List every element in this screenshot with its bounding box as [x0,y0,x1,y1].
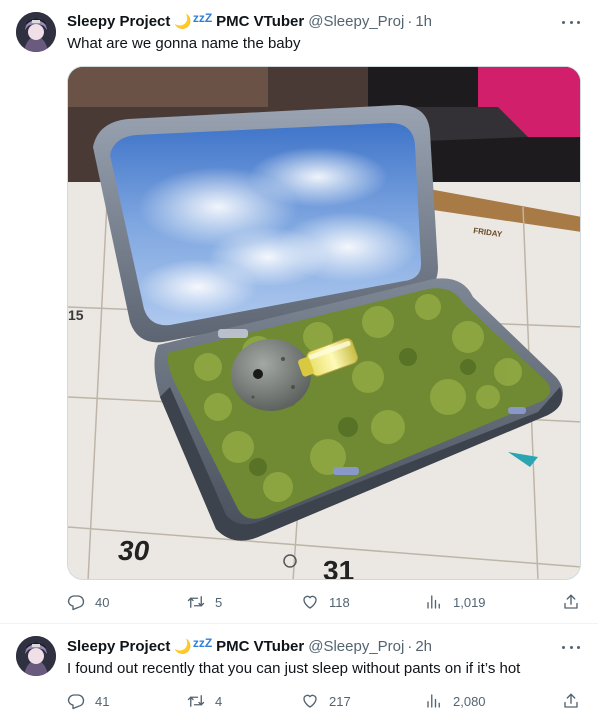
tweet-header: Sleepy Project 🌙 zzZ PMC VTuber @Sleepy_… [67,11,582,31]
zzz-emoji: zzZ [192,636,213,650]
reply-icon [67,595,85,611]
tweet-2[interactable]: Sleepy Project 🌙 zzZ PMC VTuber @Sleepy_… [0,624,598,719]
like-icon [303,694,317,708]
views-count: 1,019 [453,594,486,610]
retweet-button[interactable]: 5 [187,592,222,612]
tweet-actions: 41 4 217 2,080 [67,691,580,711]
author-name[interactable]: Sleepy Project [67,13,170,30]
tweet-text: I found out recently that you can just s… [67,660,521,677]
views-icon [427,694,440,708]
moon-emoji: 🌙 [174,637,192,654]
retweet-icon [187,596,205,608]
reply-count: 40 [95,594,110,610]
calendar-number-15: 15 [68,307,84,323]
timestamp[interactable]: 1h [415,13,432,30]
retweet-count: 5 [215,594,223,610]
like-count: 118 [329,594,350,610]
reply-button[interactable]: 40 [67,592,109,612]
more-icon[interactable] [562,13,580,31]
avatar-image [16,636,56,676]
like-count: 217 [329,693,351,709]
like-icon [303,595,317,609]
timestamp[interactable]: 2h [415,638,432,655]
moon-emoji: 🌙 [174,12,192,29]
tweet-header: Sleepy Project 🌙 zzZ PMC VTuber @Sleepy_… [67,636,582,656]
author-handle[interactable]: @Sleepy_Proj [308,13,404,30]
calendar-number-31: 31 [323,555,354,580]
reply-count: 41 [95,693,110,709]
author-name-suffix[interactable]: PMC VTuber [216,13,304,30]
like-button[interactable]: 118 [301,592,350,612]
reply-button[interactable]: 41 [67,691,109,711]
separator: · [407,12,413,30]
share-icon [564,594,578,609]
tweet-actions: 40 5 118 1,019 [67,592,580,612]
calendar-number-30: 30 [118,535,150,566]
like-button[interactable]: 217 [301,691,351,711]
share-button[interactable] [562,691,580,711]
avatar-image [16,12,56,52]
tweet-1[interactable]: Sleepy Project 🌙 zzZ PMC VTuber @Sleepy_… [0,0,598,624]
retweet-icon [187,695,205,707]
avatar[interactable] [16,12,56,52]
views-count: 2,080 [453,693,486,709]
tweet-media-photo[interactable]: 15 30 31 FRIDAY [67,66,581,580]
avatar[interactable] [16,636,56,676]
more-icon[interactable] [562,638,580,656]
retweet-count: 4 [215,693,223,709]
reply-icon [67,694,85,710]
retweet-button[interactable]: 4 [187,691,222,711]
author-name-suffix[interactable]: PMC VTuber [216,638,304,655]
views-button[interactable]: 1,019 [425,592,486,612]
views-icon [427,595,440,609]
share-button[interactable] [562,592,580,612]
author-name[interactable]: Sleepy Project [67,638,170,655]
photo-tin-moss-egg: 15 30 31 FRIDAY [68,67,580,580]
zzz-emoji: zzZ [192,11,213,25]
views-button[interactable]: 2,080 [425,691,486,711]
separator: · [407,637,413,655]
tweet-text: What are we gonna name the baby [67,35,301,52]
share-icon [564,693,578,708]
author-handle[interactable]: @Sleepy_Proj [308,638,404,655]
